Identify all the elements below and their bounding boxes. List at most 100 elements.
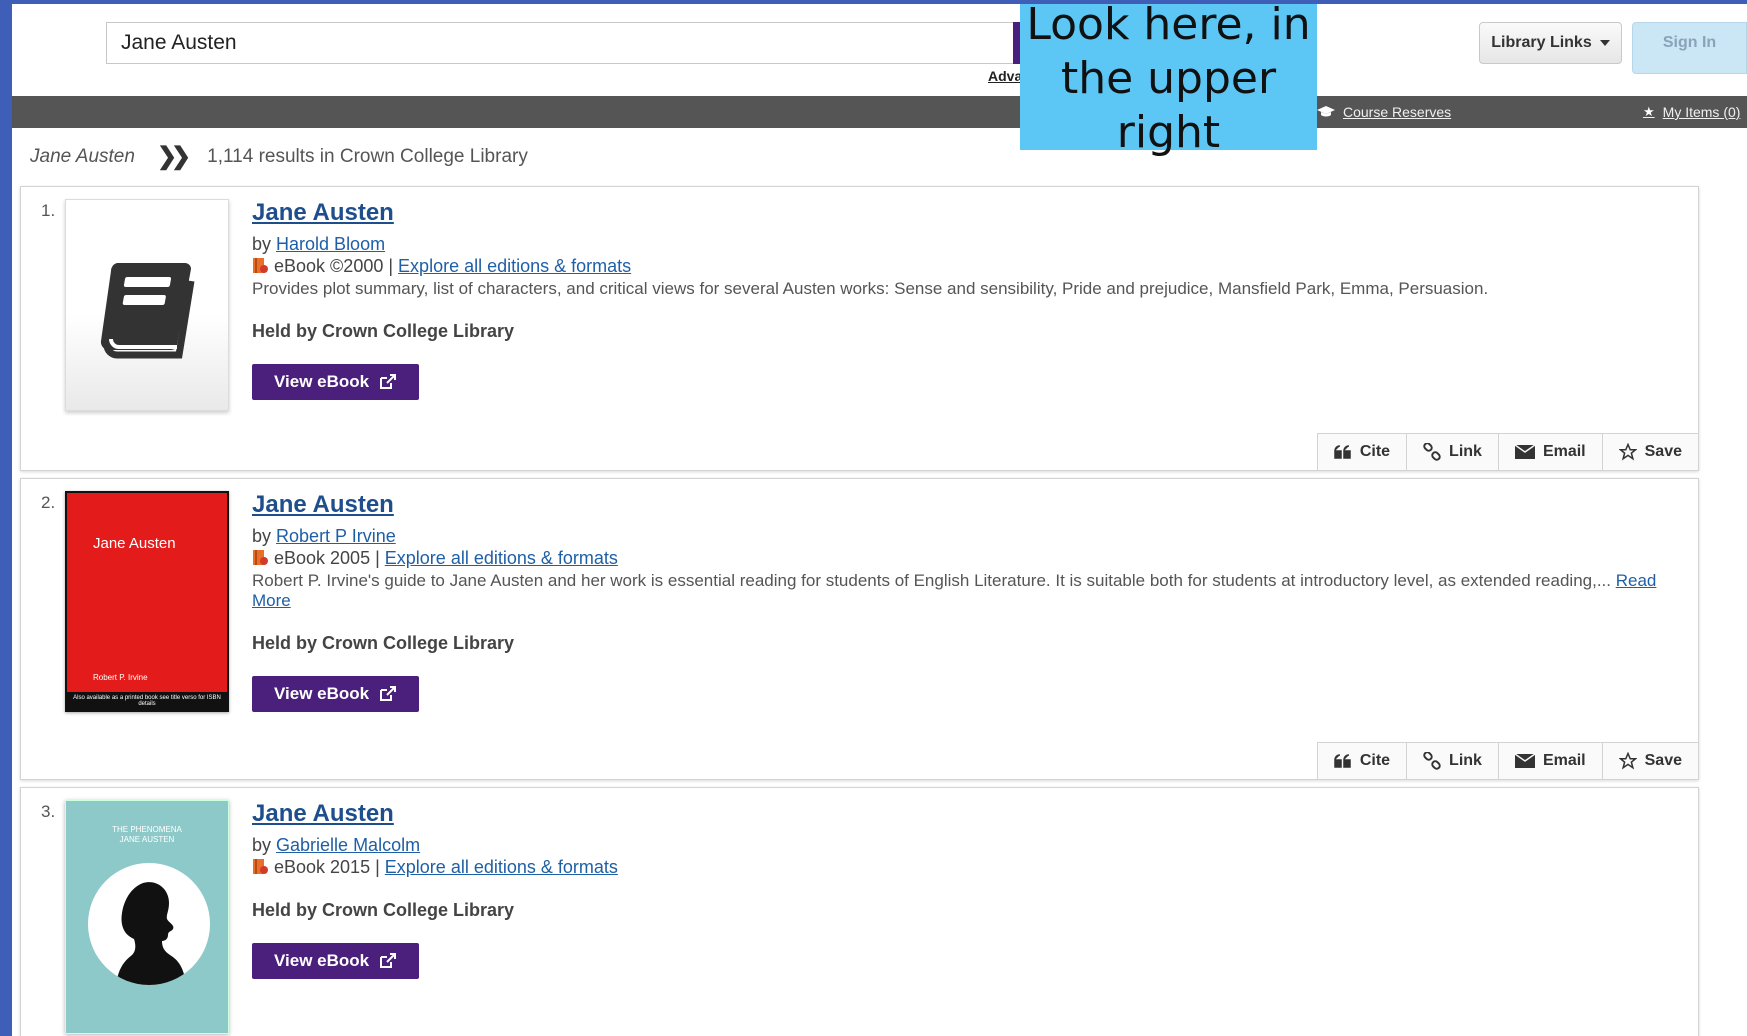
result-title-link[interactable]: Jane Austen — [252, 491, 394, 519]
save-label: Save — [1644, 752, 1682, 769]
result-actions: Cite Link Email Save — [1316, 742, 1698, 779]
by-label: by — [252, 526, 272, 546]
silhouette-icon — [116, 882, 186, 985]
cite-label: Cite — [1359, 752, 1391, 769]
sign-in-button[interactable]: Sign In — [1632, 22, 1747, 74]
result-number: 2. — [41, 493, 56, 512]
result-body: Jane Austen by Robert P Irvine eBook 200… — [252, 491, 1678, 712]
email-button[interactable]: Email — [1499, 743, 1603, 779]
cite-button[interactable]: Cite — [1318, 743, 1408, 779]
view-ebook-label: View eBook — [274, 372, 370, 391]
ebook-format-icon — [253, 550, 268, 565]
held-by-text: Held by Crown College Library — [252, 900, 515, 920]
author-line: by Gabrielle Malcolm — [252, 834, 1678, 856]
my-items-link[interactable]: ★ My Items (0) — [1643, 104, 1740, 120]
link-label: Link — [1449, 752, 1482, 769]
book-icon — [100, 263, 195, 359]
ebook-format-icon — [253, 859, 268, 874]
result-item: 2. Jane Austen Robert P. Irvine Also ava… — [20, 478, 1699, 780]
result-body: Jane Austen by Gabrielle Malcolm eBook 2… — [252, 800, 1678, 979]
callout-annotation: Look here, in the upper right — [1020, 4, 1317, 158]
envelope-icon — [1514, 754, 1535, 768]
cover-title: Jane Austen — [93, 535, 176, 552]
format-text: eBook 2015 | — [274, 857, 380, 877]
author-link[interactable]: Gabrielle Malcolm — [276, 835, 420, 855]
breadcrumb-query[interactable]: Jane Austen — [30, 146, 135, 168]
double-chevron-icon: ❯❯ — [156, 143, 191, 170]
result-item: 3. THE PHENOMENA JANE AUSTEN Jane Austen… — [20, 787, 1699, 1036]
result-item: 1. Jane Austen by Harold Bloom eBook ©20… — [20, 186, 1699, 471]
result-title-link[interactable]: Jane Austen — [252, 199, 394, 227]
result-description: Provides plot summary, list of character… — [252, 279, 1489, 298]
envelope-icon — [1514, 445, 1535, 459]
explore-editions-link[interactable]: Explore all editions & formats — [398, 256, 631, 276]
result-title-link[interactable]: Jane Austen — [252, 800, 394, 828]
author-line: by Harold Bloom — [252, 233, 1678, 255]
star-outline-icon — [1618, 752, 1637, 770]
format-text: eBook 2005 | — [274, 548, 380, 568]
view-ebook-button[interactable]: View eBook — [252, 676, 420, 712]
format-text: eBook ©2000 | — [274, 256, 394, 276]
view-ebook-button[interactable]: View eBook — [252, 364, 420, 400]
quote-icon — [1334, 445, 1351, 459]
cover-author: Robert P. Irvine — [93, 673, 148, 682]
author-link[interactable]: Robert P Irvine — [276, 526, 396, 546]
star-outline-icon — [1618, 443, 1637, 461]
view-ebook-label: View eBook — [274, 684, 370, 703]
view-ebook-button[interactable]: View eBook — [252, 943, 420, 979]
author-line: by Robert P Irvine — [252, 525, 1678, 547]
library-links-label: Library Links — [1491, 34, 1592, 51]
book-cover-image[interactable]: THE PHENOMENA JANE AUSTEN — [65, 800, 229, 1034]
held-by-text: Held by Crown College Library — [252, 633, 515, 653]
link-button[interactable]: Link — [1407, 434, 1499, 470]
book-cover-image[interactable]: Jane Austen Robert P. Irvine Also availa… — [65, 491, 229, 712]
search-input[interactable] — [106, 22, 1018, 64]
description-text: Robert P. Irvine's guide to Jane Austen … — [252, 571, 1611, 590]
format-line: eBook 2005 | Explore all editions & form… — [252, 547, 1678, 569]
external-link-icon — [380, 686, 397, 701]
quote-icon — [1334, 754, 1351, 768]
held-by-text: Held by Crown College Library — [252, 321, 515, 341]
link-icon — [1423, 752, 1441, 770]
author-link[interactable]: Harold Bloom — [276, 234, 385, 254]
silhouette-portrait — [88, 863, 210, 985]
save-button[interactable]: Save — [1603, 743, 1698, 779]
graduation-cap-icon — [1317, 106, 1335, 117]
by-label: by — [252, 835, 272, 855]
save-label: Save — [1644, 443, 1682, 460]
breadcrumb: Jane Austen ❯❯ 1,114 results in Crown Co… — [30, 142, 528, 171]
email-label: Email — [1542, 752, 1586, 769]
email-label: Email — [1542, 443, 1586, 460]
explore-editions-link[interactable]: Explore all editions & formats — [385, 857, 618, 877]
cite-label: Cite — [1359, 443, 1391, 460]
view-ebook-label: View eBook — [274, 951, 370, 970]
course-reserves-link[interactable]: Course Reserves — [1317, 104, 1451, 120]
library-links-dropdown[interactable]: Library Links — [1479, 22, 1622, 64]
result-number: 1. — [41, 201, 56, 220]
cite-button[interactable]: Cite — [1318, 434, 1408, 470]
site-header: Advan Library Links Sign In — [12, 4, 1747, 96]
format-line: eBook ©2000 | Explore all editions & for… — [252, 255, 1678, 277]
save-button[interactable]: Save — [1603, 434, 1698, 470]
cover-series: THE PHENOMENA — [112, 825, 182, 834]
format-line: eBook 2015 | Explore all editions & form… — [252, 856, 1678, 878]
generic-book-cover[interactable] — [65, 199, 229, 411]
cover-note: Also available as a printed book see tit… — [67, 692, 227, 710]
nav-bar: Course Reserves ★ My Items (0) — [12, 96, 1747, 128]
link-button[interactable]: Link — [1407, 743, 1499, 779]
result-body: Jane Austen by Harold Bloom eBook ©2000 … — [252, 199, 1678, 400]
results-count: 1,114 results in Crown College Library — [207, 145, 528, 167]
email-button[interactable]: Email — [1499, 434, 1603, 470]
caret-down-icon — [1599, 40, 1610, 46]
cover-title: JANE AUSTEN — [119, 835, 175, 844]
external-link-icon — [380, 953, 397, 968]
browser-frame: Advan Library Links Sign In Course Reser… — [12, 4, 1747, 1036]
link-label: Link — [1449, 443, 1482, 460]
star-icon: ★ — [1643, 104, 1655, 119]
result-actions: Cite Link Email Save — [1316, 433, 1698, 470]
external-link-icon — [380, 374, 397, 389]
callout-line-1: Look here, in — [1026, 4, 1311, 50]
link-icon — [1423, 443, 1441, 461]
course-reserves-label: Course Reserves — [1343, 104, 1452, 120]
explore-editions-link[interactable]: Explore all editions & formats — [385, 548, 618, 568]
